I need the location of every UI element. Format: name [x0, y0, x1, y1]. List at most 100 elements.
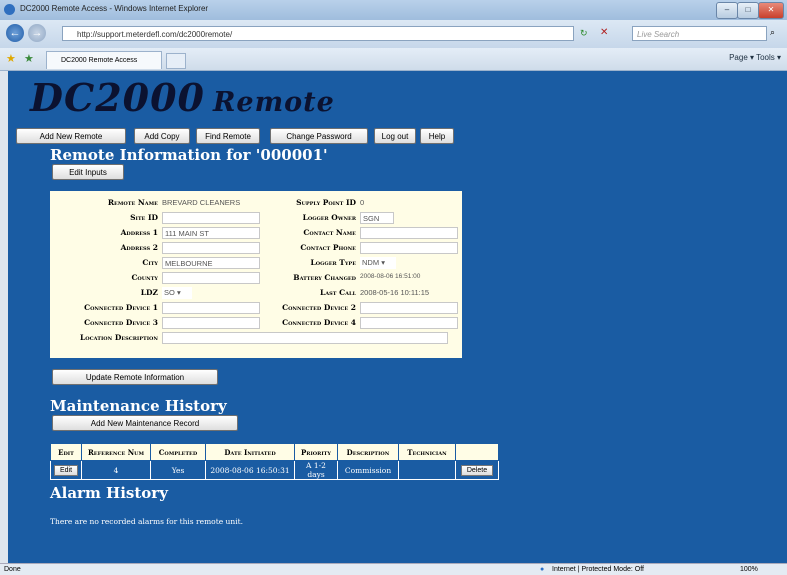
column-header: Reference Num: [81, 443, 151, 461]
completed-cell: Yes: [150, 460, 206, 480]
connected-device-1-input[interactable]: [162, 302, 260, 314]
reference-cell: 4: [81, 460, 151, 480]
globe-icon: ●: [540, 566, 545, 573]
city-input[interactable]: MELBOURNE: [162, 257, 260, 269]
status-text: Done: [4, 566, 21, 573]
connected-device-2-label: Connected Device 2: [282, 303, 356, 312]
county-input[interactable]: [162, 272, 260, 284]
connected-device-4-input[interactable]: [360, 317, 458, 329]
date-initiated-cell: 2008-08-06 16:50:31: [205, 460, 295, 480]
technician-cell: [398, 460, 456, 480]
minimize-icon[interactable]: –: [716, 2, 738, 19]
app-logo: DC2000 Remote: [30, 75, 335, 120]
maintenance-table: Edit Reference Num Completed Date Initia…: [50, 443, 499, 480]
priority-cell: A 1-2 days: [294, 460, 338, 480]
logger-owner-input[interactable]: SGN: [360, 212, 394, 224]
supply-point-label: Supply Point ID: [296, 198, 356, 207]
add-new-remote-button[interactable]: Add New Remote: [16, 128, 126, 144]
url-input[interactable]: http://support.meterdefl.com/dc2000remot…: [62, 26, 574, 41]
table-row: Edit 4 Yes 2008-08-06 16:50:31 A 1-2 day…: [50, 460, 499, 480]
new-tab-button[interactable]: [166, 53, 186, 69]
contact-phone-input[interactable]: [360, 242, 458, 254]
add-maintenance-button[interactable]: Add New Maintenance Record: [52, 415, 238, 431]
form-row: County Battery Changed 2008-08-06 16:51:…: [50, 272, 462, 285]
change-password-button[interactable]: Change Password: [270, 128, 368, 144]
site-id-input[interactable]: [162, 212, 260, 224]
form-row: Location Description: [50, 332, 462, 345]
form-row: City MELBOURNE Logger Type NDM ▾: [50, 257, 462, 270]
toolbar-commands[interactable]: Page ▾ Tools ▾: [729, 53, 781, 62]
find-remote-button[interactable]: Find Remote: [196, 128, 260, 144]
remote-name-label: Remote Name: [107, 198, 158, 207]
address1-input[interactable]: 111 MAIN ST: [162, 227, 260, 239]
alarm-heading: Alarm History: [50, 484, 168, 502]
edit-row-button[interactable]: Edit: [53, 464, 79, 476]
logger-type-select[interactable]: NDM ▾: [360, 257, 396, 269]
connected-device-4-label: Connected Device 4: [282, 318, 356, 327]
ldz-label: LDZ: [140, 288, 158, 297]
location-description-label: Location Description: [80, 333, 158, 342]
ie-logo-icon: [4, 4, 15, 15]
close-window-icon[interactable]: ✕: [758, 2, 784, 19]
stop-icon[interactable]: ✕: [600, 27, 608, 38]
status-bar: Done ● Internet | Protected Mode: Off 10…: [0, 563, 787, 575]
window-titlebar: DC2000 Remote Access - Windows Internet …: [0, 0, 787, 20]
help-button[interactable]: Help: [420, 128, 454, 144]
add-favorite-icon[interactable]: ★: [24, 52, 34, 65]
logger-type-label: Logger Type: [310, 258, 356, 267]
window-title: DC2000 Remote Access - Windows Internet …: [20, 4, 209, 13]
forward-icon[interactable]: →: [28, 24, 46, 42]
column-header: Priority: [294, 443, 338, 461]
contact-name-label: Contact Name: [303, 228, 356, 237]
edit-inputs-button[interactable]: Edit Inputs: [52, 164, 124, 180]
form-row: Address 2 Contact Phone: [50, 242, 462, 255]
contact-phone-label: Contact Phone: [300, 243, 356, 252]
security-zone: Internet | Protected Mode: Off: [552, 566, 644, 573]
connected-device-3-label: Connected Device 3: [84, 318, 158, 327]
zoom-level[interactable]: 100%: [740, 564, 758, 575]
remote-info-heading: Remote Information for '000001': [50, 146, 328, 164]
log-out-button[interactable]: Log out: [374, 128, 416, 144]
edit-cell: Edit: [50, 460, 82, 480]
favorites-star-icon[interactable]: ★: [6, 52, 16, 65]
chevron-down-icon: ▾: [176, 288, 181, 297]
refresh-icon[interactable]: ↻: [580, 28, 588, 39]
search-icon[interactable]: ⌕: [770, 27, 775, 38]
remote-info-form: Remote Name BREVARD CLEANERS Supply Poin…: [50, 191, 462, 358]
table-header-row: Edit Reference Num Completed Date Initia…: [50, 443, 499, 461]
ldz-select[interactable]: SO ▾: [162, 287, 192, 299]
delete-cell: Delete: [455, 460, 499, 480]
tab-dc2000[interactable]: DC2000 Remote Access: [46, 51, 162, 69]
alarm-message: There are no recorded alarms for this re…: [50, 517, 243, 526]
add-copy-button[interactable]: Add Copy: [134, 128, 190, 144]
connected-device-2-input[interactable]: [360, 302, 458, 314]
tab-bar: ★ ★ DC2000 Remote Access Page ▾ Tools ▾: [0, 48, 787, 71]
update-remote-button[interactable]: Update Remote Information: [52, 369, 218, 385]
battery-changed-label: Battery Changed: [293, 273, 356, 282]
column-header: Completed: [150, 443, 206, 461]
address-bar: ← → http://support.meterdefl.com/dc2000r…: [0, 20, 787, 48]
back-icon[interactable]: ←: [6, 24, 24, 42]
address2-label: Address 2: [120, 243, 158, 252]
form-row: Site ID Logger Owner SGN: [50, 212, 462, 225]
remote-name-value: BREVARD CLEANERS: [162, 198, 241, 207]
form-row: LDZ SO ▾ Last Call 2008-05-16 10:11:15: [50, 287, 462, 300]
search-input[interactable]: Live Search: [632, 26, 767, 41]
column-header: Edit: [50, 443, 82, 461]
address2-input[interactable]: [162, 242, 260, 254]
location-description-input[interactable]: [162, 332, 448, 344]
battery-changed-value: 2008-08-06 16:51:00: [360, 273, 421, 280]
contact-name-input[interactable]: [360, 227, 458, 239]
column-header: Description: [337, 443, 399, 461]
address1-label: Address 1: [120, 228, 158, 237]
logger-type-value: NDM: [362, 258, 380, 267]
form-row: Address 1 111 MAIN ST Contact Name: [50, 227, 462, 240]
last-call-value: 2008-05-16 10:11:15: [360, 288, 430, 297]
page-content: DC2000 Remote Add New Remote Add Copy Fin…: [8, 71, 787, 563]
maximize-icon[interactable]: □: [737, 2, 759, 19]
site-id-label: Site ID: [130, 213, 158, 222]
ldz-value: SO: [164, 288, 175, 297]
connected-device-3-input[interactable]: [162, 317, 260, 329]
last-call-label: Last Call: [320, 288, 356, 297]
delete-row-button[interactable]: Delete: [460, 464, 494, 476]
